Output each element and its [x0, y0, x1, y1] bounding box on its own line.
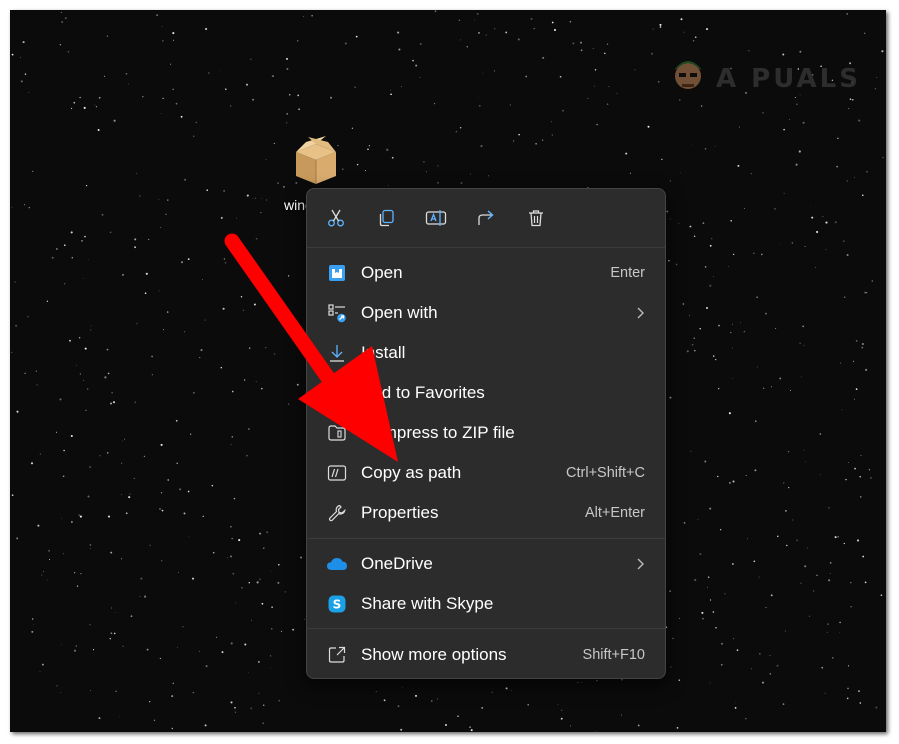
rename-button[interactable] [421, 203, 451, 233]
menu-item-label: Open [361, 263, 403, 282]
copy-button[interactable] [371, 203, 401, 233]
download-icon [326, 342, 348, 364]
menu-item-compress-zip[interactable]: Compress to ZIP file [313, 414, 659, 452]
star-icon [326, 382, 348, 404]
menu-item-share-with-skype[interactable]: S Share with Skype [313, 585, 659, 623]
menu-item-label: Show more options [361, 645, 507, 664]
menu-item-install[interactable]: Install [313, 334, 659, 372]
quick-actions-row [307, 189, 665, 248]
watermark-text: A PUALS [716, 64, 861, 94]
menu-item-shortcut: Enter [610, 265, 645, 281]
share-button[interactable] [471, 203, 501, 233]
menu-item-shortcut: Shift+F10 [582, 647, 645, 663]
menu-item-label: Properties [361, 503, 439, 522]
cut-button[interactable] [321, 203, 351, 233]
menu-separator [307, 538, 665, 539]
menu-item-properties[interactable]: Properties Alt+Enter [313, 494, 659, 532]
appuals-watermark: A PUALS [660, 48, 870, 100]
copy-path-icon [326, 462, 348, 484]
menu-item-label: Copy as path [361, 463, 462, 482]
scissors-icon [328, 209, 344, 227]
menu-item-label: OneDrive [361, 554, 433, 573]
menu-item-label: Add to Favorites [361, 383, 485, 402]
menu-item-onedrive[interactable]: OneDrive [313, 545, 659, 583]
menu-item-label: Install [361, 343, 406, 362]
copy-icon [379, 209, 394, 227]
chevron-right-icon [635, 557, 645, 571]
menu-item-show-more-options[interactable]: Show more options Shift+F10 [313, 636, 659, 674]
context-menu: Open Enter Open with Install Add to Favo… [306, 188, 666, 679]
menu-item-open[interactable]: Open Enter [313, 254, 659, 292]
chevron-right-icon [635, 306, 645, 320]
open-package-icon [326, 262, 348, 284]
trash-icon [529, 210, 543, 227]
menu-item-label: Open with [361, 303, 438, 322]
menu-separator [307, 628, 665, 629]
zip-folder-icon [326, 422, 348, 444]
menu-item-open-with[interactable]: Open with [313, 294, 659, 332]
menu-item-label: Share with Skype [361, 594, 494, 613]
menu-item-shortcut: Alt+Enter [584, 505, 645, 521]
menu-item-copy-as-path[interactable]: Copy as path Ctrl+Shift+C [313, 454, 659, 492]
package-box-icon [296, 136, 336, 184]
more-options-icon [326, 644, 348, 666]
share-icon [478, 210, 494, 225]
wrench-icon [326, 502, 348, 524]
onedrive-icon [326, 553, 348, 575]
svg-text:S: S [333, 598, 342, 612]
mascot-logo-icon [674, 61, 702, 89]
delete-button[interactable] [521, 203, 551, 233]
menu-item-add-to-favorites[interactable]: Add to Favorites [313, 374, 659, 412]
menu-item-shortcut: Ctrl+Shift+C [566, 465, 645, 481]
skype-icon: S [326, 593, 348, 615]
menu-item-label: Compress to ZIP file [361, 423, 515, 442]
open-with-icon [326, 302, 348, 324]
rename-icon [425, 210, 447, 226]
